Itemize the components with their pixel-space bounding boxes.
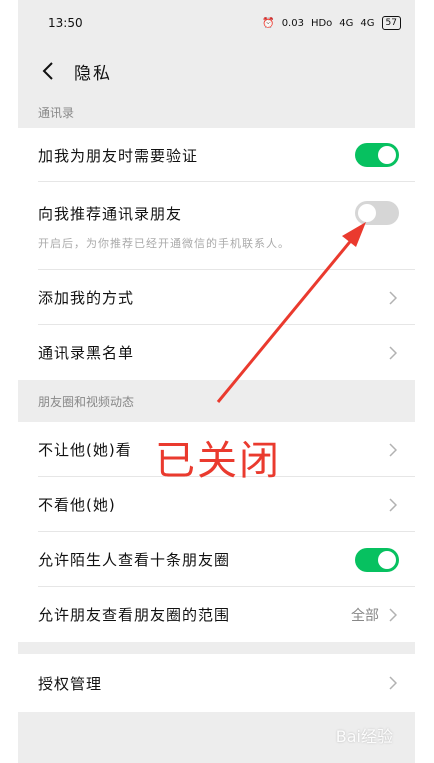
row-verify[interactable]: 加我为朋友时需要验证 [18,128,415,182]
status-icons: ⏰ 0.03 HDο 4G 4G 57 [262,16,401,30]
back-arrow-icon[interactable] [36,59,60,83]
row-label: 通讯录黑名单 [38,344,135,362]
toggle-knob [378,146,396,164]
row-label: 允许陌生人查看十条朋友圈 [38,551,231,569]
signal-icon-2: 4G [360,17,375,29]
section-header-contacts: 通讯录 [38,105,75,120]
status-bar: 13:50 ⏰ 0.03 HDο 4G 4G 57 [18,0,415,46]
toggle-knob [378,550,396,569]
row-right: 全部 [351,605,399,625]
section-header-moments: 朋友圈和视频动态 [38,394,135,409]
signal-icon-1: 4G [339,17,354,29]
row-label: 授权管理 [38,674,103,693]
watermark: Bai经验 [335,727,393,746]
chevron-right-icon [387,675,399,691]
row-blacklist[interactable]: 通讯录黑名单 [18,325,415,380]
row-label: 加我为朋友时需要验证 [38,146,199,165]
authorization-group: 授权管理 [18,654,415,712]
stranger-view-toggle[interactable] [355,547,399,572]
row-label: 不看他(她) [38,496,116,514]
row-label: 向我推荐通讯录朋友 [38,204,183,223]
row-label: 不让他(她)看 [38,441,132,459]
row-label: 添加我的方式 [38,289,135,307]
row-description: 开启后，为你推荐已经开通微信的手机联系人。 [38,237,290,250]
annotation-text: 已关闭 [155,438,281,484]
toggle-knob [358,204,376,222]
alarm-icon: ⏰ [262,17,275,29]
row-recommend[interactable]: 向我推荐通讯录朋友 开启后，为你推荐已经开通微信的手机联系人。 [18,182,415,270]
row-value: 全部 [351,607,379,624]
chevron-right-icon [387,607,399,623]
row-authorization[interactable]: 授权管理 [18,654,415,712]
chevron-right-icon [387,345,399,361]
row-label: 允许朋友查看朋友圈的范围 [38,606,231,624]
status-time: 13:50 [48,16,83,30]
chevron-right-icon [387,442,399,458]
row-stranger-view[interactable]: 允许陌生人查看十条朋友圈 [18,532,415,587]
row-moments-range[interactable]: 允许朋友查看朋友圈的范围 全部 [18,587,415,642]
hd-icon: HDο [310,17,333,29]
battery-icon: 57 [381,16,401,30]
page-title: 隐私 [74,63,112,84]
recommend-toggle[interactable] [355,201,399,225]
network-speed: 0.03 [281,17,304,29]
verify-toggle[interactable] [355,143,399,167]
row-add-methods[interactable]: 添加我的方式 [18,270,415,325]
phone-screen: 13:50 ⏰ 0.03 HDο 4G 4G 57 隐私 通讯录 加我为朋友时需… [18,0,415,763]
chevron-right-icon [387,290,399,306]
contacts-group: 加我为朋友时需要验证 向我推荐通讯录朋友 开启后，为你推荐已经开通微信的手机联系… [18,128,415,380]
nav-bar: 隐私 [18,46,415,96]
chevron-right-icon [387,497,399,513]
